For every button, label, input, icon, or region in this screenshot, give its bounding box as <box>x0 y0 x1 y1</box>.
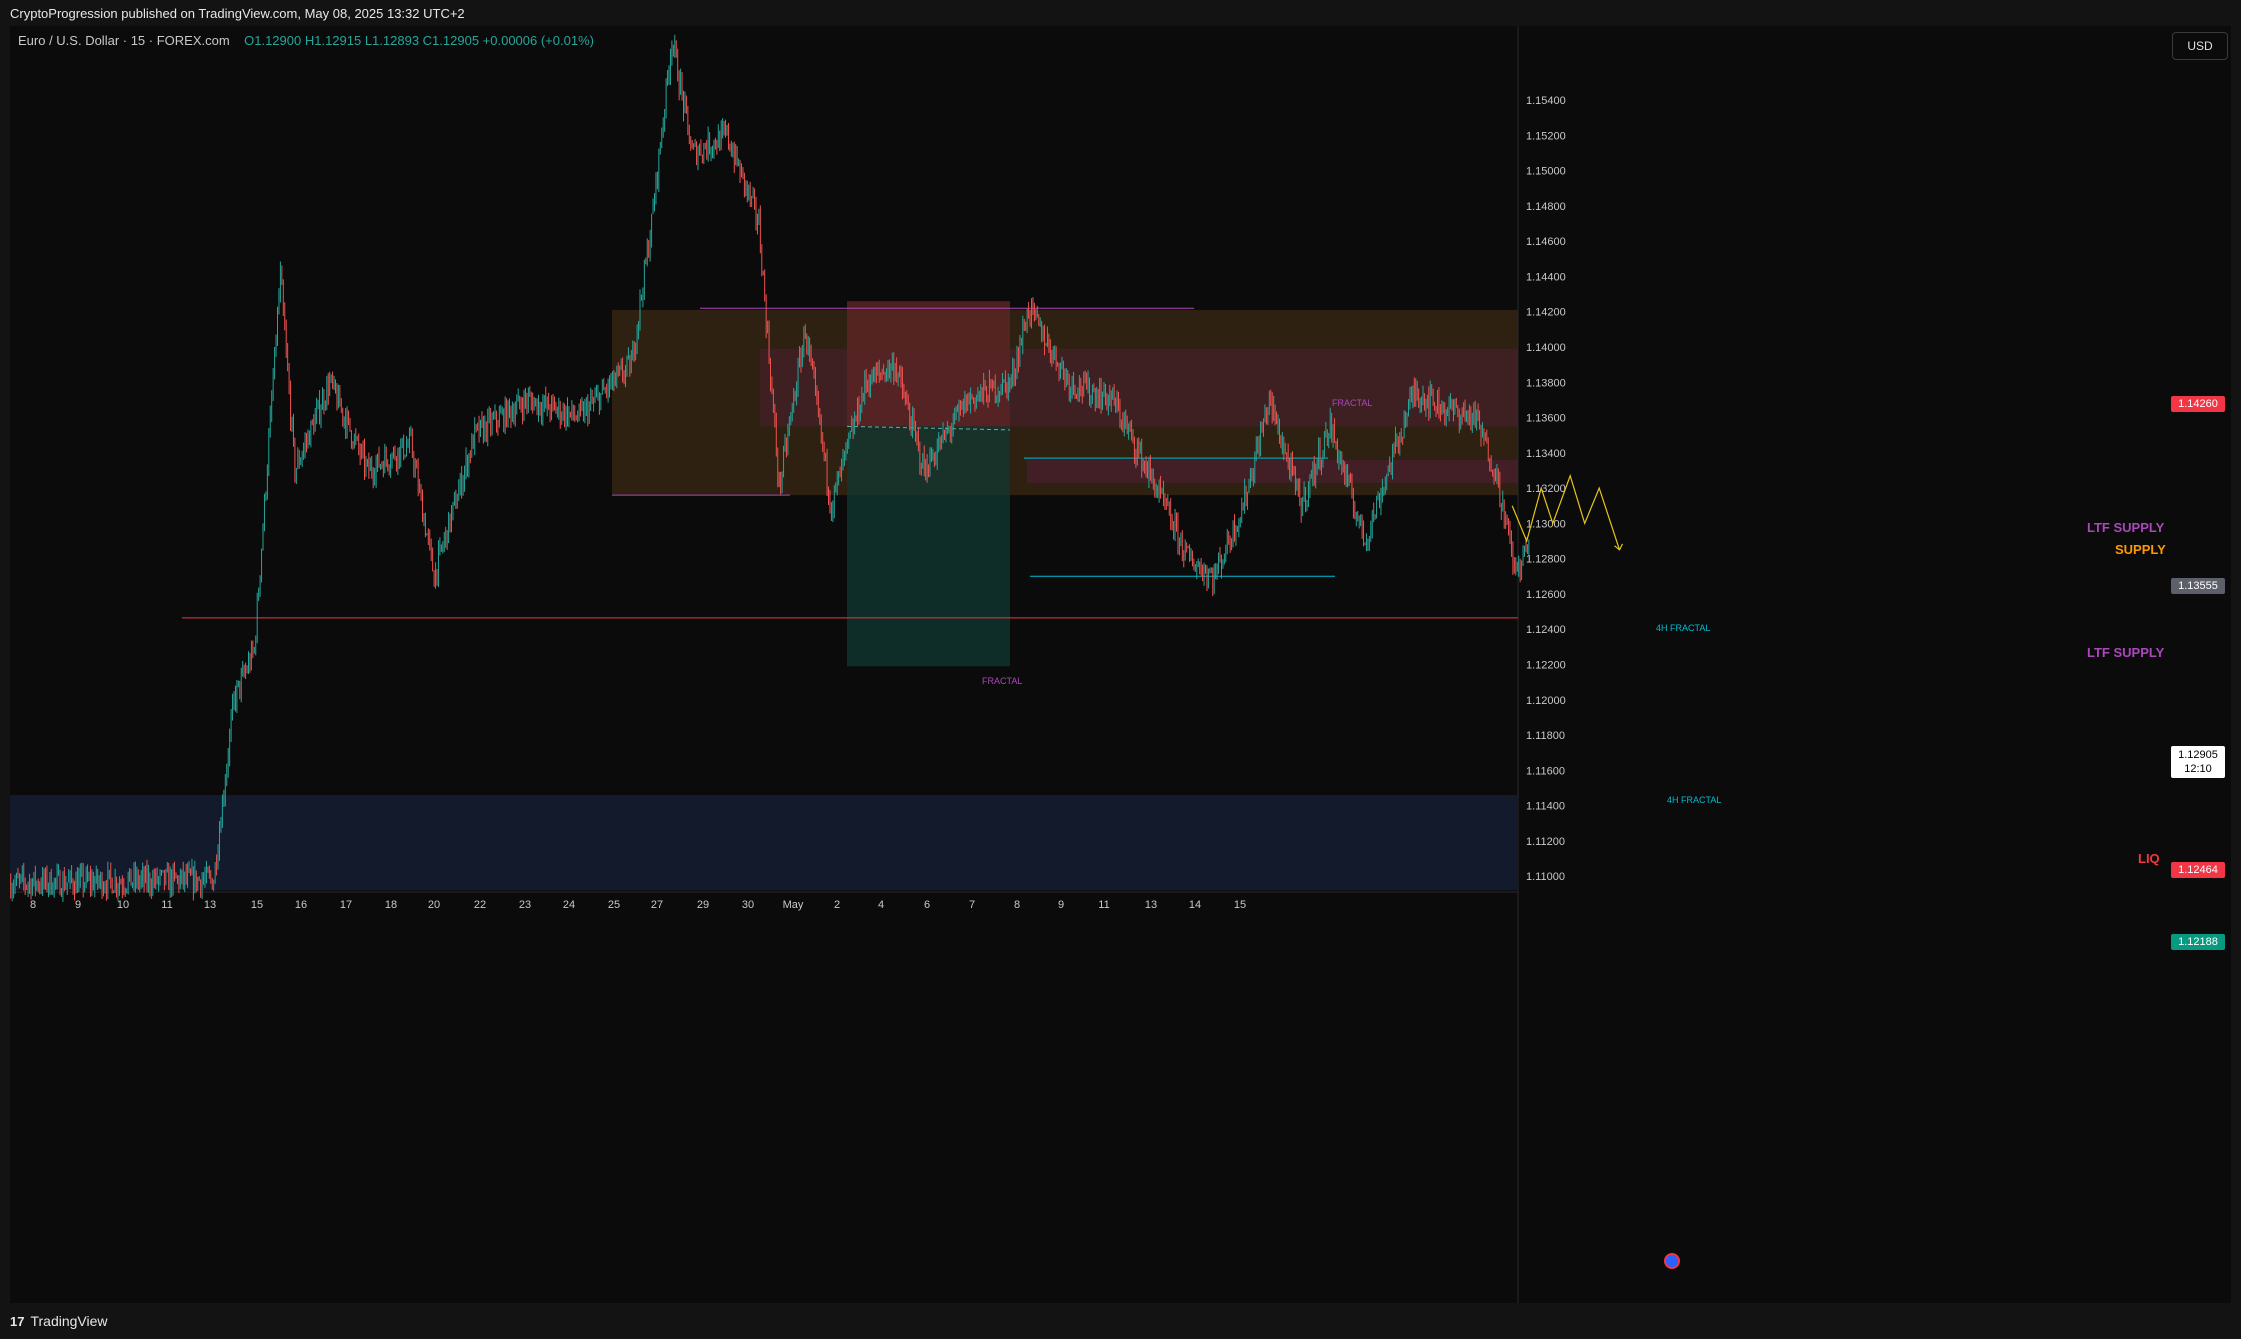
price-tag-teal: 1.12188 <box>2171 934 2225 950</box>
x-tick-label: 20 <box>428 899 440 911</box>
publish-bar: CryptoProgression published on TradingVi… <box>0 0 2241 26</box>
price-chart[interactable]: 1.15400 1.15200 1.15000 1.14800 1.14600 1.144… <box>10 26 2231 1303</box>
x-tick-label: 30 <box>742 899 754 911</box>
footer: 17 TradingView <box>0 1303 2241 1339</box>
y-tick-label: 1.15400 <box>1526 95 1566 107</box>
y-tick-label: 1.12000 <box>1526 695 1566 707</box>
liq-label: LIQ <box>2138 851 2160 866</box>
y-tick-label: 1.15200 <box>1526 130 1566 142</box>
tradingview-logo-icon: 17 <box>10 1313 25 1329</box>
last-price-tag: 1.12905 12:10 <box>2171 746 2225 778</box>
x-tick-label: 14 <box>1189 899 1201 911</box>
y-tick-label: 1.12800 <box>1526 554 1566 566</box>
ltf-supply-label-2: LTF SUPPLY <box>2087 645 2165 660</box>
x-tick-label: 7 <box>969 899 975 911</box>
zone-ltf-supply-lower <box>1027 459 1518 483</box>
x-tick-label: 27 <box>651 899 663 911</box>
x-tick-label: 15 <box>251 899 263 911</box>
y-tick-label: 1.11800 <box>1526 730 1565 742</box>
zone-position-stop <box>847 301 1010 427</box>
x-tick-label: 29 <box>697 899 709 911</box>
ltf-supply-label: LTF SUPPLY <box>2087 520 2165 535</box>
y-tick-label: 1.11000 <box>1526 871 1565 883</box>
y-tick-label: 1.11400 <box>1526 801 1565 813</box>
y-tick-label: 1.12600 <box>1526 589 1566 601</box>
x-tick-label: 17 <box>340 899 352 911</box>
x-tick-label: 22 <box>474 899 486 911</box>
symbol-legend[interactable]: Euro / U.S. Dollar · 15 · FOREX.com O1.1… <box>18 33 594 48</box>
supply-label: SUPPLY <box>2115 542 2166 557</box>
y-tick-label: 1.12200 <box>1526 659 1566 671</box>
x-tick-label: 9 <box>75 899 81 911</box>
bar-countdown: 12:10 <box>2184 763 2212 775</box>
4h-fractal-bottom-label: 4H FRACTAL <box>1667 795 1722 805</box>
x-tick-label: 2 <box>834 899 840 911</box>
fractal-top-label: FRACTAL <box>1332 398 1373 408</box>
y-tick-label: 1.14200 <box>1526 307 1566 319</box>
x-tick-label: May <box>783 899 804 911</box>
y-tick-label: 1.11200 <box>1526 836 1565 848</box>
y-tick-label: 1.13800 <box>1526 377 1566 389</box>
x-tick-label: 13 <box>1145 899 1157 911</box>
y-tick-label: 1.14000 <box>1526 342 1566 354</box>
ohlc-values: O1.12900 H1.12915 L1.12893 C1.12905 +0.0… <box>244 33 594 48</box>
zone-position-target <box>847 426 1010 667</box>
y-tick-label: 1.11600 <box>1526 765 1565 777</box>
y-tick-label: 1.14800 <box>1526 201 1566 213</box>
y-tick-label: 1.13200 <box>1526 483 1566 495</box>
economic-event-icon[interactable] <box>1664 1253 1680 1269</box>
y-tick-label: 1.14600 <box>1526 236 1566 248</box>
y-tick-label: 1.13600 <box>1526 413 1566 425</box>
footer-logo-text: TradingView <box>30 1313 108 1329</box>
x-tick-label: 4 <box>878 899 884 911</box>
x-tick-label: 9 <box>1058 899 1064 911</box>
x-tick-label: 10 <box>117 899 129 911</box>
x-tick-label: 16 <box>295 899 307 911</box>
last-price-value: 1.12905 <box>2178 749 2218 761</box>
currency-button[interactable]: USD <box>2172 32 2228 60</box>
x-tick-label: 8 <box>30 899 36 911</box>
x-tick-label: 23 <box>519 899 531 911</box>
x-tick-label: 11 <box>161 899 172 911</box>
x-tick-label: 8 <box>1014 899 1020 911</box>
symbol-name: Euro / U.S. Dollar · 15 · FOREX.com <box>18 33 230 48</box>
x-tick-label: 24 <box>563 899 575 911</box>
y-tick-label: 1.12400 <box>1526 624 1566 636</box>
x-tick-label: 15 <box>1234 899 1246 911</box>
price-tag-gray: 1.13555 <box>2171 578 2225 594</box>
x-tick-label: 18 <box>385 899 397 911</box>
x-tick-label: 11 <box>1098 899 1109 911</box>
4h-fractal-top-label: 4H FRACTAL <box>1656 623 1711 633</box>
zone-demand <box>10 794 1518 891</box>
x-tick-label: 25 <box>608 899 620 911</box>
price-tag-liq: 1.12464 <box>2171 862 2225 878</box>
chart-area[interactable]: 1.15400 1.15200 1.15000 1.14800 1.14600 1.144… <box>10 26 2231 1303</box>
x-tick-label: 13 <box>204 899 216 911</box>
x-tick-label: 6 <box>924 899 930 911</box>
fractal-left-label: FRACTAL <box>982 676 1023 686</box>
y-tick-label: 1.15000 <box>1526 166 1566 178</box>
price-tag-high: 1.14260 <box>2171 396 2225 412</box>
y-tick-label: 1.13400 <box>1526 448 1566 460</box>
publish-text: CryptoProgression published on TradingVi… <box>10 5 465 21</box>
y-tick-label: 1.14400 <box>1526 271 1566 283</box>
